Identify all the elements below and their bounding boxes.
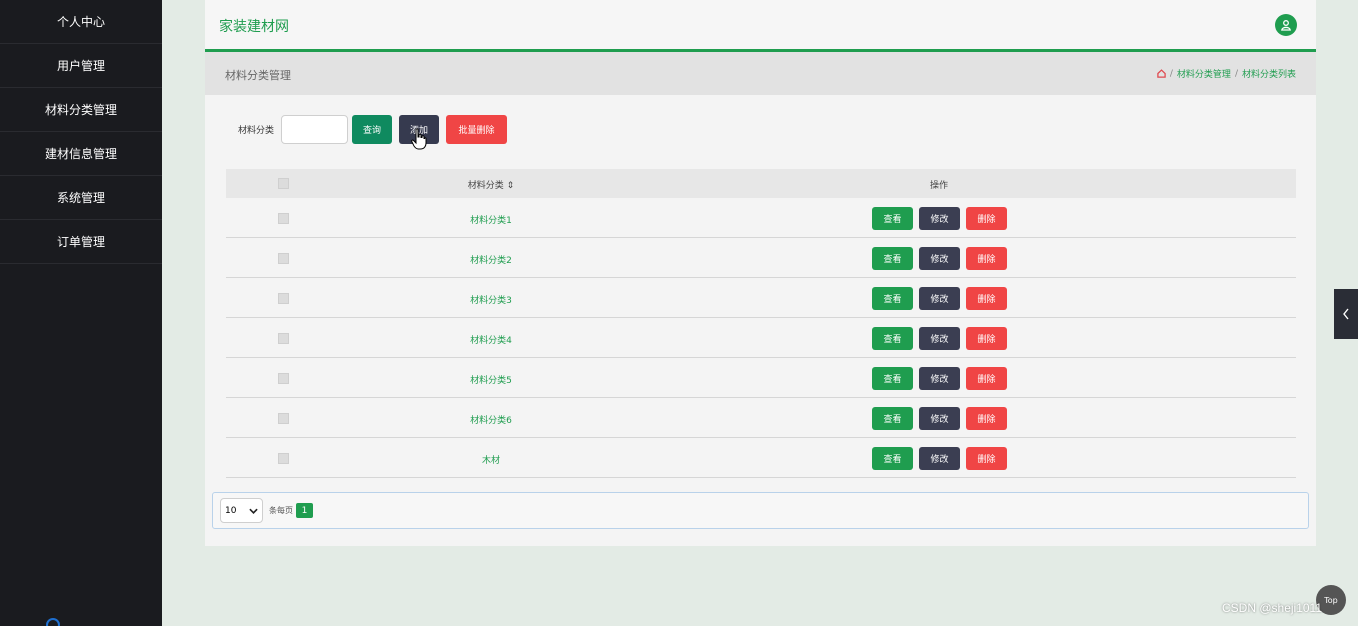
view-button[interactable]: 查看 (872, 447, 913, 470)
sidebar-item-system-management[interactable]: 系统管理 (0, 176, 162, 220)
main-content: 家装建材网 材料分类管理 / 材料分类管理 / 材料分类列表 材料分类 查询 添… (205, 0, 1316, 546)
category-name-cell: 材料分类2 (470, 256, 512, 266)
edit-button[interactable]: 修改 (919, 447, 960, 470)
delete-button[interactable]: 删除 (966, 207, 1007, 230)
table-row: 木材 查看 修改 删除 (226, 438, 1296, 478)
category-name-cell: 材料分类4 (470, 336, 512, 346)
table-row: 材料分类4 查看 修改 删除 (226, 318, 1296, 358)
hand-cursor-icon (411, 128, 427, 154)
row-actions: 查看 修改 删除 (872, 367, 1007, 390)
chevron-down-icon (249, 508, 258, 514)
breadcrumb-item-category[interactable]: 材料分类管理 (1177, 67, 1231, 80)
delete-button[interactable]: 删除 (966, 447, 1007, 470)
row-actions: 查看 修改 删除 (872, 407, 1007, 430)
person-glyph (1281, 20, 1291, 31)
row-actions: 查看 修改 删除 (872, 287, 1007, 310)
view-button[interactable]: 查看 (872, 207, 913, 230)
category-name-cell: 材料分类1 (470, 216, 512, 226)
row-checkbox[interactable] (278, 453, 289, 464)
page-size-select[interactable]: 10 (220, 498, 263, 523)
sidebar-item-user-management[interactable]: 用户管理 (0, 44, 162, 88)
sidebar-item-material-info[interactable]: 建材信息管理 (0, 132, 162, 176)
row-checkbox[interactable] (278, 253, 289, 264)
edit-button[interactable]: 修改 (919, 207, 960, 230)
watermark-text: CSDN @sheji1011 (1222, 601, 1323, 615)
home-icon[interactable] (1157, 69, 1166, 78)
delete-button[interactable]: 删除 (966, 367, 1007, 390)
breadcrumb: / 材料分类管理 / 材料分类列表 (1157, 67, 1296, 80)
table-row: 材料分类3 查看 修改 删除 (226, 278, 1296, 318)
page-number-current[interactable]: 1 (296, 503, 313, 518)
category-name-cell: 木材 (481, 456, 500, 466)
column-header-operations: 操作 (929, 181, 948, 191)
title-bar: 材料分类管理 / 材料分类管理 / 材料分类列表 (205, 52, 1316, 95)
edit-button[interactable]: 修改 (919, 247, 960, 270)
breadcrumb-separator: / (1169, 68, 1173, 79)
row-checkbox[interactable] (278, 413, 289, 424)
search-label: 材料分类 (238, 126, 275, 136)
sidebar-item-personal-center[interactable]: 个人中心 (0, 0, 162, 44)
select-all-checkbox[interactable] (278, 178, 289, 189)
category-table: 材料分类 ⇕ 操作 材料分类1 查看 修改 删除 材料分类2 查看 修改 删除 … (226, 169, 1296, 478)
per-page-label: 条每页 (269, 506, 293, 515)
site-brand[interactable]: 家装建材网 (219, 16, 289, 36)
user-icon[interactable] (1275, 14, 1297, 36)
edit-button[interactable]: 修改 (919, 287, 960, 310)
column-header-name[interactable]: 材料分类 ⇕ (441, 178, 541, 191)
delete-button[interactable]: 删除 (966, 327, 1007, 350)
table-row: 材料分类2 查看 修改 删除 (226, 238, 1296, 278)
row-actions: 查看 修改 删除 (872, 447, 1007, 470)
breadcrumb-separator: / (1234, 68, 1238, 79)
row-checkbox[interactable] (278, 373, 289, 384)
sidebar: 个人中心 用户管理 材料分类管理 建材信息管理 系统管理 订单管理 (0, 0, 162, 626)
delete-button[interactable]: 删除 (966, 247, 1007, 270)
page-title: 材料分类管理 (225, 69, 291, 82)
row-checkbox[interactable] (278, 333, 289, 344)
row-checkbox[interactable] (278, 293, 289, 304)
sidebar-item-material-category[interactable]: 材料分类管理 (0, 88, 162, 132)
category-name-cell: 材料分类6 (470, 416, 512, 426)
sidebar-item-order-management[interactable]: 订单管理 (0, 220, 162, 264)
delete-button[interactable]: 删除 (966, 287, 1007, 310)
page-size-value: 10 (225, 505, 237, 516)
batch-delete-button[interactable]: 批量删除 (446, 115, 508, 144)
delete-button[interactable]: 删除 (966, 407, 1007, 430)
side-panel-toggle[interactable] (1334, 289, 1358, 339)
circle-icon (46, 618, 60, 626)
row-actions: 查看 修改 删除 (872, 207, 1007, 230)
row-actions: 查看 修改 删除 (872, 327, 1007, 350)
view-button[interactable]: 查看 (872, 407, 913, 430)
edit-button[interactable]: 修改 (919, 367, 960, 390)
pagination: 10 条每页 1 (212, 492, 1309, 529)
category-name-cell: 材料分类5 (470, 376, 512, 386)
view-button[interactable]: 查看 (872, 247, 913, 270)
chevron-left-icon (1343, 308, 1349, 320)
query-button[interactable]: 查询 (352, 115, 393, 144)
table-row: 材料分类1 查看 修改 删除 (226, 198, 1296, 238)
edit-button[interactable]: 修改 (919, 327, 960, 350)
table-row: 材料分类5 查看 修改 删除 (226, 358, 1296, 398)
view-button[interactable]: 查看 (872, 287, 913, 310)
search-input[interactable] (281, 115, 349, 144)
top-bar: 家装建材网 (205, 0, 1316, 52)
view-button[interactable]: 查看 (872, 367, 913, 390)
edit-button[interactable]: 修改 (919, 407, 960, 430)
breadcrumb-item-list: 材料分类列表 (1241, 70, 1296, 80)
row-actions: 查看 修改 删除 (872, 247, 1007, 270)
table-row: 材料分类6 查看 修改 删除 (226, 398, 1296, 438)
row-checkbox[interactable] (278, 213, 289, 224)
category-name-cell: 材料分类3 (470, 296, 512, 306)
table-header: 材料分类 ⇕ 操作 (226, 169, 1296, 198)
view-button[interactable]: 查看 (872, 327, 913, 350)
search-bar: 材料分类 查询 添加 批量删除 (238, 115, 514, 144)
